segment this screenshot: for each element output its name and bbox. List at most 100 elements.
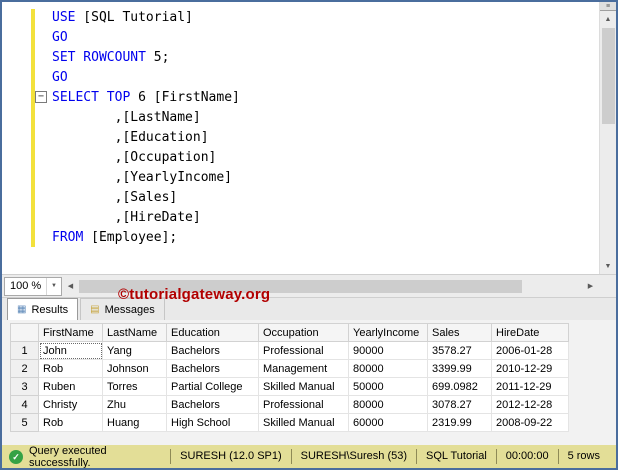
grid-cell[interactable]: Torres: [102, 377, 167, 396]
row-number[interactable]: 1: [10, 341, 39, 360]
sql-keyword: GO: [52, 70, 68, 85]
code-line[interactable]: ,[Sales]: [2, 188, 599, 208]
column-header[interactable]: Education: [166, 323, 259, 342]
grid-cell[interactable]: Johnson: [102, 359, 167, 378]
grid-cell[interactable]: Professional: [258, 341, 349, 360]
grid-cell[interactable]: 699.0982: [427, 377, 492, 396]
grid-cell[interactable]: Bachelors: [166, 395, 259, 414]
editor-vertical-scrollbar[interactable]: ≡ ▲ ▼: [599, 2, 616, 274]
code-line[interactable]: ,[YearlyIncome]: [2, 168, 599, 188]
grid-row: 1 John Yang Bachelors Professional 90000…: [10, 341, 569, 360]
zoom-value: 100 %: [10, 280, 42, 292]
grid-cell[interactable]: Bachelors: [166, 359, 259, 378]
column-header[interactable]: LastName: [102, 323, 167, 342]
grid-cell[interactable]: Management: [258, 359, 349, 378]
query-editor[interactable]: USE [SQL Tutorial] GO SET ROWCOUNT 5; GO…: [2, 2, 616, 274]
fold-collapse-toggle[interactable]: −: [35, 91, 47, 103]
grid-cell[interactable]: 3399.99: [427, 359, 492, 378]
grid-cell[interactable]: 2012-12-28: [491, 395, 569, 414]
results-tab-strip: ▦ Results ▤ Messages: [2, 297, 616, 320]
user-info: SURESH\Suresh (53): [290, 449, 416, 464]
vertical-scroll-thumb[interactable]: [601, 28, 615, 124]
column-header[interactable]: HireDate: [491, 323, 569, 342]
elapsed-time: 00:00:00: [495, 449, 558, 464]
grid-cell[interactable]: 50000: [348, 377, 428, 396]
grid-cell[interactable]: Yang: [102, 341, 167, 360]
code-line[interactable]: USE [SQL Tutorial]: [2, 8, 599, 28]
grid-cell[interactable]: Rob: [38, 413, 103, 432]
grid-cell[interactable]: Rob: [38, 359, 103, 378]
column-header[interactable]: YearlyIncome: [348, 323, 428, 342]
grid-cell[interactable]: 60000: [348, 413, 428, 432]
grid-cell[interactable]: Ruben: [38, 377, 103, 396]
grid-cell[interactable]: Professional: [258, 395, 349, 414]
scroll-right-button[interactable]: ▶: [582, 278, 599, 295]
code-line[interactable]: ,[Education]: [2, 128, 599, 148]
tab-messages-label: Messages: [104, 303, 155, 316]
code-line[interactable]: ,[HireDate]: [2, 208, 599, 228]
code-line[interactable]: GO: [2, 68, 599, 88]
grid-cell[interactable]: 80000: [348, 395, 428, 414]
grid-cell[interactable]: Christy: [38, 395, 103, 414]
status-message-group: ✓ Query executed successfully.: [9, 444, 170, 469]
sql-keyword: GO: [52, 30, 68, 45]
grid-cell[interactable]: Skilled Manual: [258, 413, 349, 432]
grid-cell[interactable]: John: [38, 341, 103, 360]
results-grid: FirstName LastName Education Occupation …: [10, 323, 569, 432]
sql-text: ,[Education]: [52, 130, 209, 145]
code-line[interactable]: ,[LastName]: [2, 108, 599, 128]
grid-row: 3 Ruben Torres Partial College Skilled M…: [10, 377, 569, 396]
row-number[interactable]: 4: [10, 395, 39, 414]
grid-row: 5 Rob Huang High School Skilled Manual 6…: [10, 413, 569, 432]
zoom-dropdown[interactable]: 100 % ▼: [4, 276, 62, 296]
grid-cell[interactable]: Zhu: [102, 395, 167, 414]
grid-row: 2 Rob Johnson Bachelors Management 80000…: [10, 359, 569, 378]
grid-cell[interactable]: 2006-01-28: [491, 341, 569, 360]
splitter-grip[interactable]: ≡: [599, 2, 616, 11]
column-header[interactable]: Sales: [427, 323, 492, 342]
results-grid-icon: ▦: [17, 304, 27, 315]
dropdown-arrow-icon[interactable]: ▼: [46, 277, 61, 295]
grid-cell[interactable]: Skilled Manual: [258, 377, 349, 396]
grid-cell[interactable]: 3578.27: [427, 341, 492, 360]
grid-cell[interactable]: Bachelors: [166, 341, 259, 360]
grid-cell[interactable]: 2011-12-29: [491, 377, 569, 396]
grid-cell[interactable]: 2319.99: [427, 413, 492, 432]
tab-results-label: Results: [31, 303, 69, 316]
code-line[interactable]: − SELECT TOP 6 [FirstName]: [2, 88, 599, 108]
server-info: SURESH (12.0 SP1): [170, 449, 290, 464]
grid-cell[interactable]: 2010-12-29: [491, 359, 569, 378]
status-message: Query executed successfully.: [29, 444, 107, 469]
code-area[interactable]: USE [SQL Tutorial] GO SET ROWCOUNT 5; GO…: [2, 2, 599, 274]
success-icon: ✓: [9, 449, 23, 464]
scroll-down-button[interactable]: ▼: [600, 258, 617, 274]
grid-row: 4 Christy Zhu Bachelors Professional 800…: [10, 395, 569, 414]
sql-keyword: SELECT TOP: [52, 90, 131, 105]
status-bar: ✓ Query executed successfully. SURESH (1…: [2, 445, 616, 468]
database-name: SQL Tutorial: [416, 449, 496, 464]
code-line[interactable]: GO: [2, 28, 599, 48]
code-line[interactable]: FROM [Employee];: [2, 228, 599, 248]
row-number[interactable]: 5: [10, 413, 39, 432]
column-header[interactable]: Occupation: [258, 323, 349, 342]
sql-text: 5;: [145, 50, 170, 65]
row-number[interactable]: 2: [10, 359, 39, 378]
column-header[interactable]: FirstName: [38, 323, 103, 342]
sql-text: ,[HireDate]: [52, 210, 201, 225]
grid-cell[interactable]: 90000: [348, 341, 428, 360]
row-number[interactable]: 3: [10, 377, 39, 396]
code-line[interactable]: ,[Occupation]: [2, 148, 599, 168]
tab-results[interactable]: ▦ Results: [7, 298, 79, 320]
row-number-header[interactable]: [10, 323, 39, 342]
grid-cell[interactable]: Partial College: [166, 377, 259, 396]
code-line[interactable]: SET ROWCOUNT 5;: [2, 48, 599, 68]
watermark: ©tutorialgateway.org: [118, 286, 271, 303]
grid-cell[interactable]: 80000: [348, 359, 428, 378]
ssms-window: USE [SQL Tutorial] GO SET ROWCOUNT 5; GO…: [0, 0, 618, 470]
scroll-up-button[interactable]: ▲: [600, 11, 617, 27]
grid-cell[interactable]: 3078.27: [427, 395, 492, 414]
scroll-left-button[interactable]: ◀: [62, 278, 79, 295]
grid-cell[interactable]: High School: [166, 413, 259, 432]
grid-cell[interactable]: 2008-09-22: [491, 413, 569, 432]
grid-cell[interactable]: Huang: [102, 413, 167, 432]
